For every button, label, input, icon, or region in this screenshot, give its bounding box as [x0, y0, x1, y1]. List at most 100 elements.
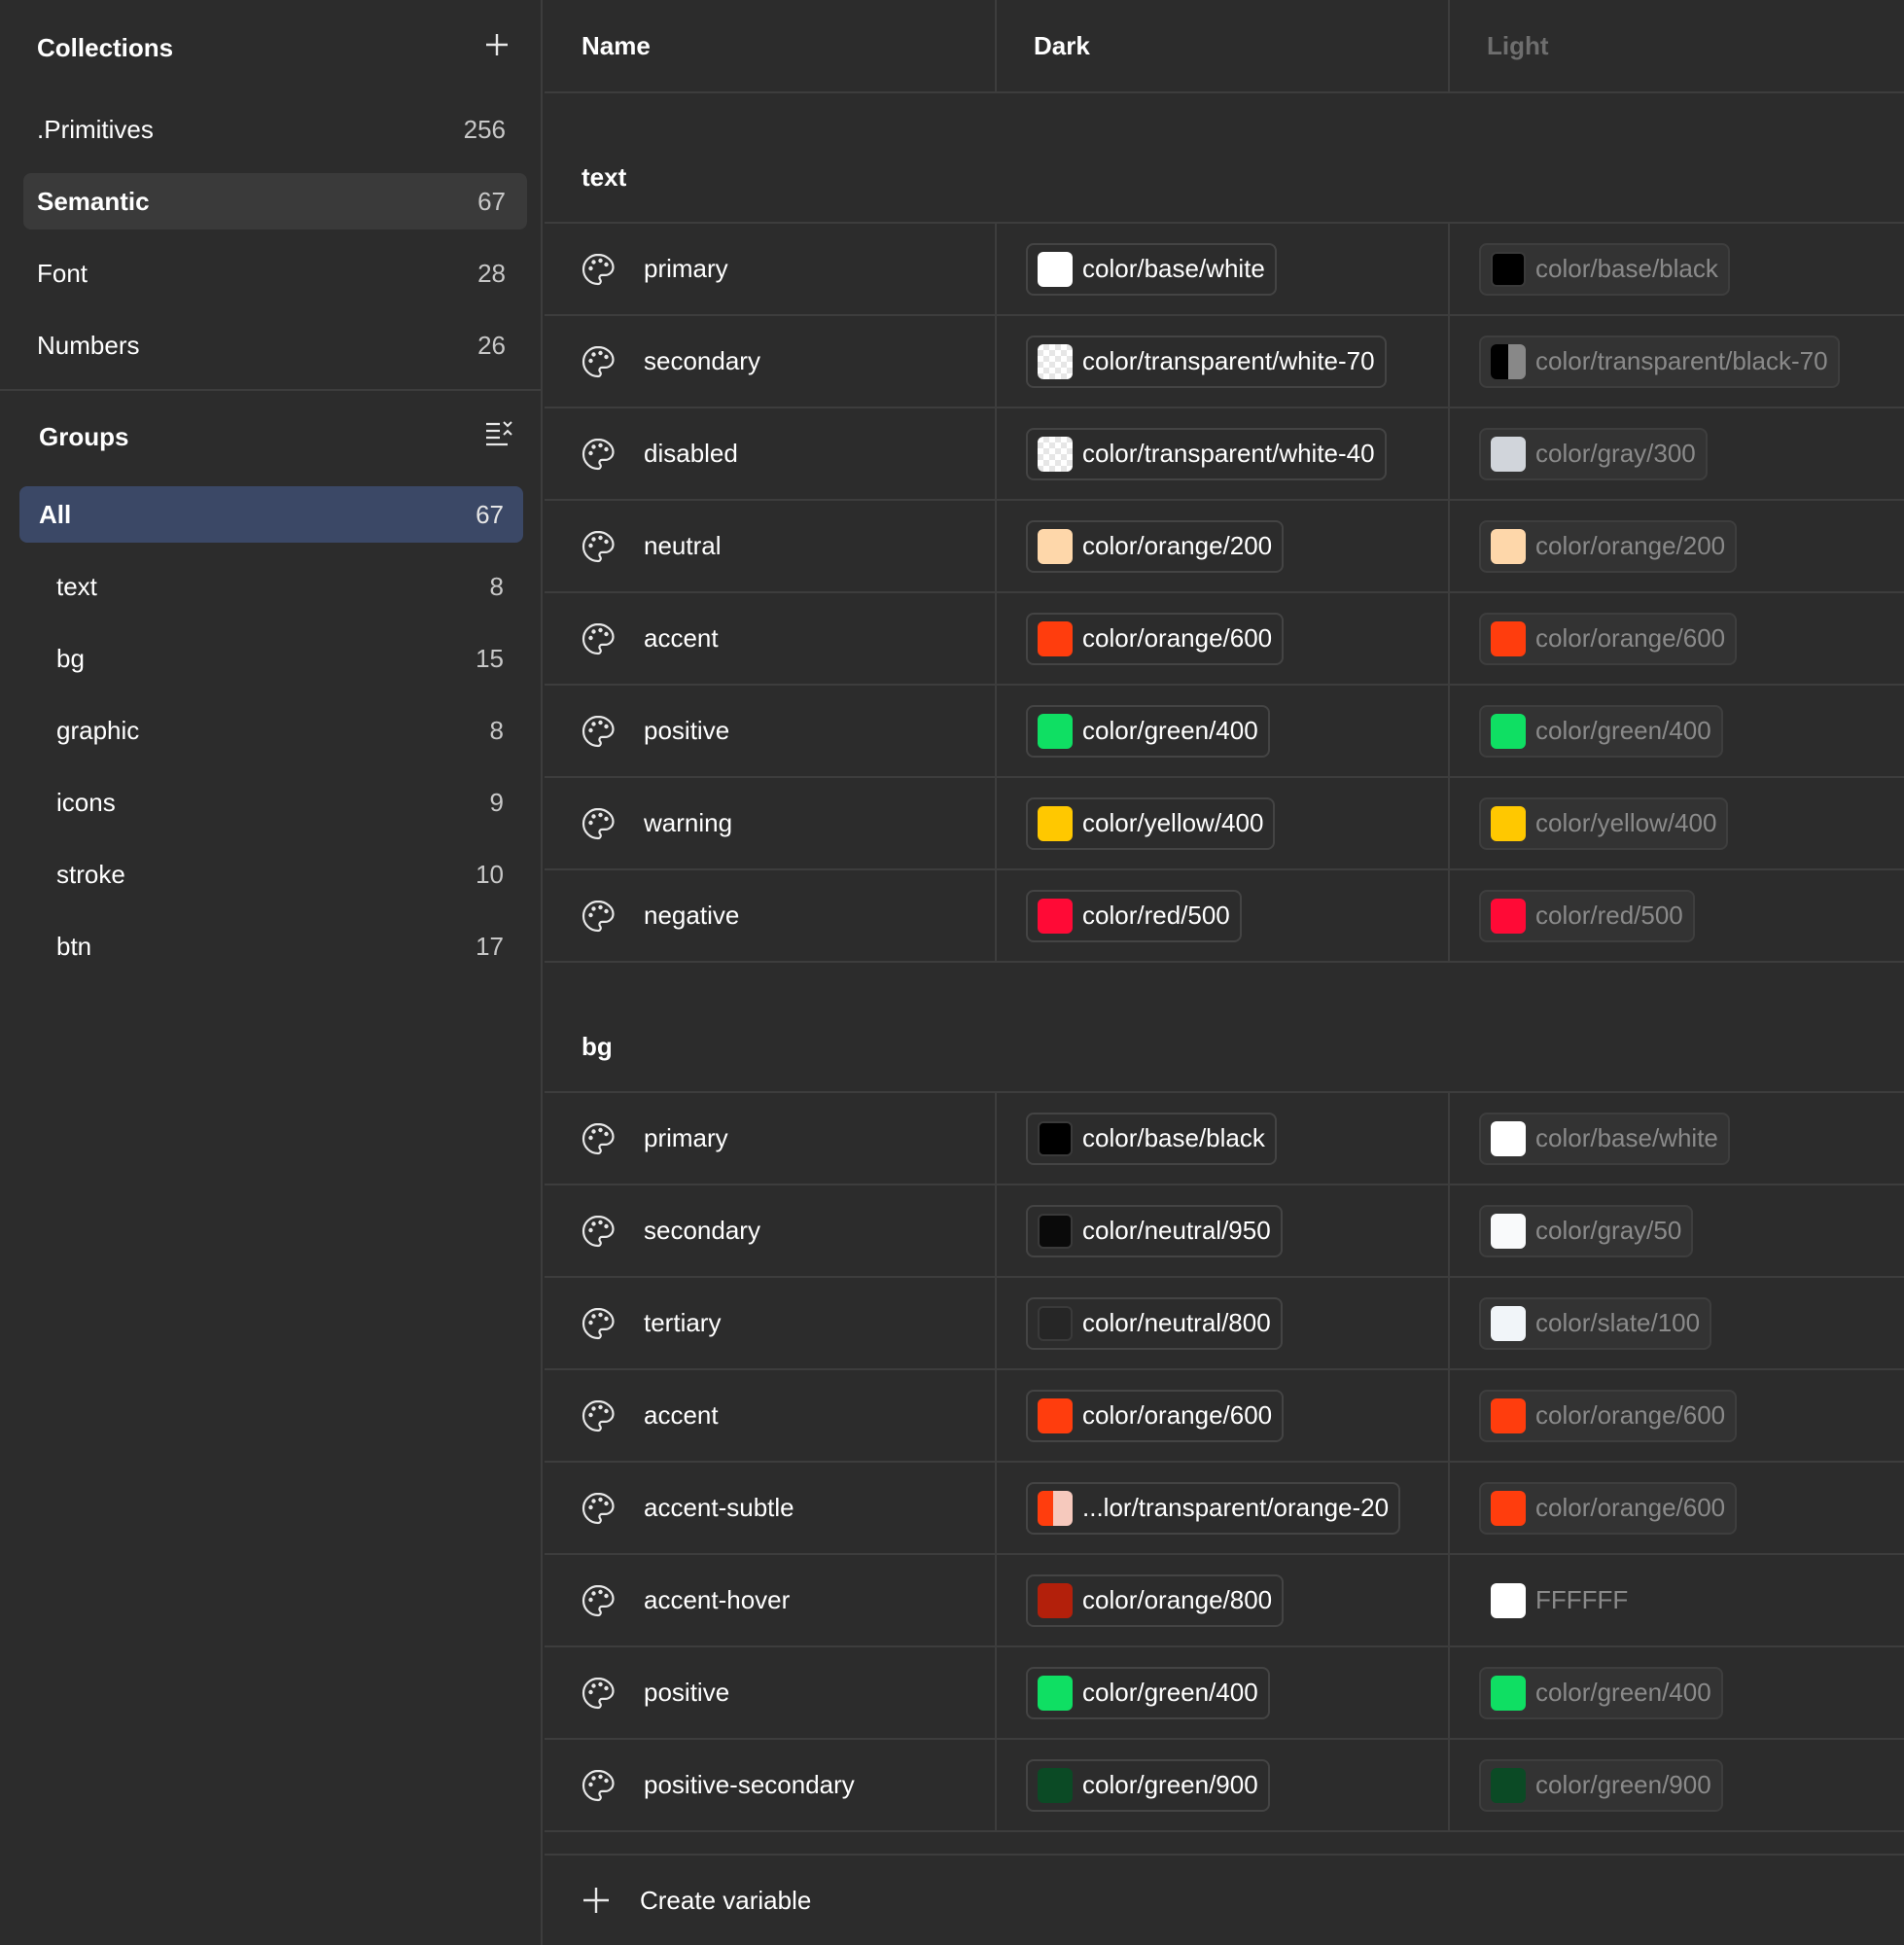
variable-name[interactable]: warning [644, 808, 732, 838]
variable-row[interactable]: primary color/base/black color/base/white [545, 1093, 1904, 1185]
variable-row[interactable]: positive color/green/400 color/green/400 [545, 1647, 1904, 1740]
variable-name-cell: tertiary [545, 1278, 997, 1368]
dark-variable-pill[interactable]: color/transparent/white-40 [1026, 427, 1387, 480]
dark-variable-pill[interactable]: color/orange/800 [1026, 1574, 1285, 1627]
variable-row[interactable]: accent-subtle ...lor/transparent/orange-2… [545, 1463, 1904, 1555]
light-variable-pill[interactable]: color/green/900 [1479, 1758, 1723, 1812]
variable-row[interactable]: accent-hover color/orange/800 FFFFFF [545, 1555, 1904, 1647]
variable-name[interactable]: secondary [644, 346, 760, 376]
palette-icon [582, 1769, 615, 1801]
variable-name[interactable]: primary [644, 254, 728, 284]
dark-variable-pill[interactable]: color/green/400 [1026, 1666, 1270, 1719]
dark-variable-label: color/yellow/400 [1082, 808, 1264, 837]
variable-row[interactable]: primary color/base/white color/base/black [545, 224, 1904, 316]
light-variable-pill[interactable]: color/slate/100 [1479, 1296, 1712, 1350]
light-variable-pill[interactable]: color/base/white [1479, 1112, 1730, 1165]
collection-item-numbers[interactable]: Numbers 26 [23, 317, 527, 373]
light-variable-pill[interactable]: color/gray/300 [1479, 427, 1708, 480]
dark-variable-pill[interactable]: color/green/400 [1026, 704, 1270, 758]
light-variable-pill[interactable]: color/green/400 [1479, 704, 1723, 758]
light-variable-pill[interactable]: color/orange/600 [1479, 1389, 1738, 1442]
group-item-bg[interactable]: bg 15 [19, 630, 523, 687]
group-item-stroke[interactable]: stroke 10 [19, 846, 523, 902]
color-swatch [1491, 528, 1526, 564]
dark-variable-pill[interactable]: color/neutral/800 [1026, 1296, 1283, 1350]
dark-variable-label: color/transparent/white-70 [1082, 346, 1375, 375]
palette-icon [582, 1122, 615, 1154]
light-variable-pill[interactable]: color/green/400 [1479, 1666, 1723, 1719]
variable-row[interactable]: secondary color/transparent/white-70 color… [545, 316, 1904, 408]
dark-variable-pill[interactable]: color/orange/200 [1026, 519, 1285, 573]
variable-row[interactable]: negative color/red/500 color/red/500 [545, 870, 1904, 963]
dark-variable-pill[interactable]: color/transparent/white-70 [1026, 335, 1387, 388]
variable-name[interactable]: disabled [644, 439, 738, 469]
variable-row[interactable]: secondary color/neutral/950 color/gray/50 [545, 1185, 1904, 1278]
column-header-name[interactable]: Name [545, 0, 997, 91]
light-variable-pill[interactable]: color/gray/50 [1479, 1204, 1694, 1257]
palette-icon [582, 1584, 615, 1616]
variable-name[interactable]: accent [644, 1400, 719, 1431]
group-item-icons[interactable]: icons 9 [19, 774, 523, 831]
light-variable-pill[interactable]: color/orange/200 [1479, 519, 1738, 573]
variable-name[interactable]: accent [644, 623, 719, 654]
group-item-btn[interactable]: btn 17 [19, 918, 523, 974]
light-variable-pill[interactable]: color/red/500 [1479, 889, 1695, 942]
variable-name-cell: disabled [545, 408, 997, 499]
variable-row[interactable]: warning color/yellow/400 color/yellow/400 [545, 778, 1904, 870]
column-header-light[interactable]: Light [1450, 0, 1904, 91]
dark-variable-pill[interactable]: ...lor/transparent/orange-20 [1026, 1481, 1401, 1535]
variable-name[interactable]: accent-subtle [644, 1493, 794, 1523]
light-value-cell: color/orange/200 [1450, 501, 1904, 591]
group-count: 15 [476, 643, 504, 673]
variable-row[interactable]: tertiary color/neutral/800 color/slate/100 [545, 1278, 1904, 1370]
column-header-dark[interactable]: Dark [997, 0, 1450, 91]
light-variable-pill[interactable]: color/orange/600 [1479, 612, 1738, 665]
variable-row[interactable]: positive color/green/400 color/green/400 [545, 686, 1904, 778]
variable-row[interactable]: accent color/orange/600 color/orange/600 [545, 1370, 1904, 1463]
variable-name[interactable]: secondary [644, 1216, 760, 1246]
collection-item-font[interactable]: Font 28 [23, 245, 527, 301]
dark-variable-pill[interactable]: color/green/900 [1026, 1758, 1270, 1812]
variable-name-cell: positive [545, 686, 997, 776]
group-item-all[interactable]: All 67 [19, 486, 523, 543]
dark-variable-pill[interactable]: color/orange/600 [1026, 612, 1285, 665]
color-swatch [1038, 898, 1073, 934]
collection-item-semantic[interactable]: Semantic 67 [23, 173, 527, 230]
dark-variable-label: color/base/black [1082, 1123, 1265, 1152]
group-item-graphic[interactable]: graphic 8 [19, 702, 523, 759]
group-item-text[interactable]: text 8 [19, 558, 523, 615]
light-variable-pill[interactable]: color/orange/600 [1479, 1481, 1738, 1535]
light-variable-pill[interactable]: color/yellow/400 [1479, 796, 1729, 850]
variable-name[interactable]: negative [644, 901, 739, 931]
light-variable-pill[interactable]: color/base/black [1479, 242, 1730, 296]
dark-variable-pill[interactable]: color/orange/600 [1026, 1389, 1285, 1442]
create-variable-button[interactable]: Create variable [545, 1854, 1904, 1945]
variable-name[interactable]: positive [644, 1678, 729, 1708]
variable-name[interactable]: neutral [644, 531, 722, 561]
collapse-groups-icon[interactable] [484, 420, 513, 454]
dark-variable-pill[interactable]: color/base/white [1026, 242, 1277, 296]
dark-variable-pill[interactable]: color/yellow/400 [1026, 796, 1276, 850]
dark-variable-pill[interactable]: color/neutral/950 [1026, 1204, 1283, 1257]
variable-name[interactable]: positive [644, 716, 729, 746]
dark-variable-pill[interactable]: color/base/black [1026, 1112, 1277, 1165]
color-swatch [1038, 528, 1073, 564]
variable-row[interactable]: positive-secondary color/green/900 color/g… [545, 1740, 1904, 1832]
color-swatch [1038, 1767, 1073, 1803]
variable-name[interactable]: tertiary [644, 1308, 721, 1338]
variable-row[interactable]: accent color/orange/600 color/orange/600 [545, 593, 1904, 686]
add-collection-icon[interactable] [484, 32, 510, 64]
dark-variable-label: color/orange/600 [1082, 623, 1273, 653]
variable-name[interactable]: accent-hover [644, 1585, 790, 1615]
light-variable-pill[interactable]: FFFFFF [1479, 1582, 1628, 1618]
variable-name-cell: neutral [545, 501, 997, 591]
dark-variable-pill[interactable]: color/red/500 [1026, 889, 1242, 942]
variable-name[interactable]: positive-secondary [644, 1770, 855, 1800]
collection-item-primitives[interactable]: .Primitives 256 [23, 101, 527, 158]
light-variable-pill[interactable]: color/transparent/black-70 [1479, 335, 1840, 388]
variable-name[interactable]: primary [644, 1123, 728, 1153]
light-value-cell: color/red/500 [1450, 870, 1904, 961]
variable-row[interactable]: neutral color/orange/200 color/orange/200 [545, 501, 1904, 593]
variable-row[interactable]: disabled color/transparent/white-40 color/… [545, 408, 1904, 501]
variable-name-cell: negative [545, 870, 997, 961]
